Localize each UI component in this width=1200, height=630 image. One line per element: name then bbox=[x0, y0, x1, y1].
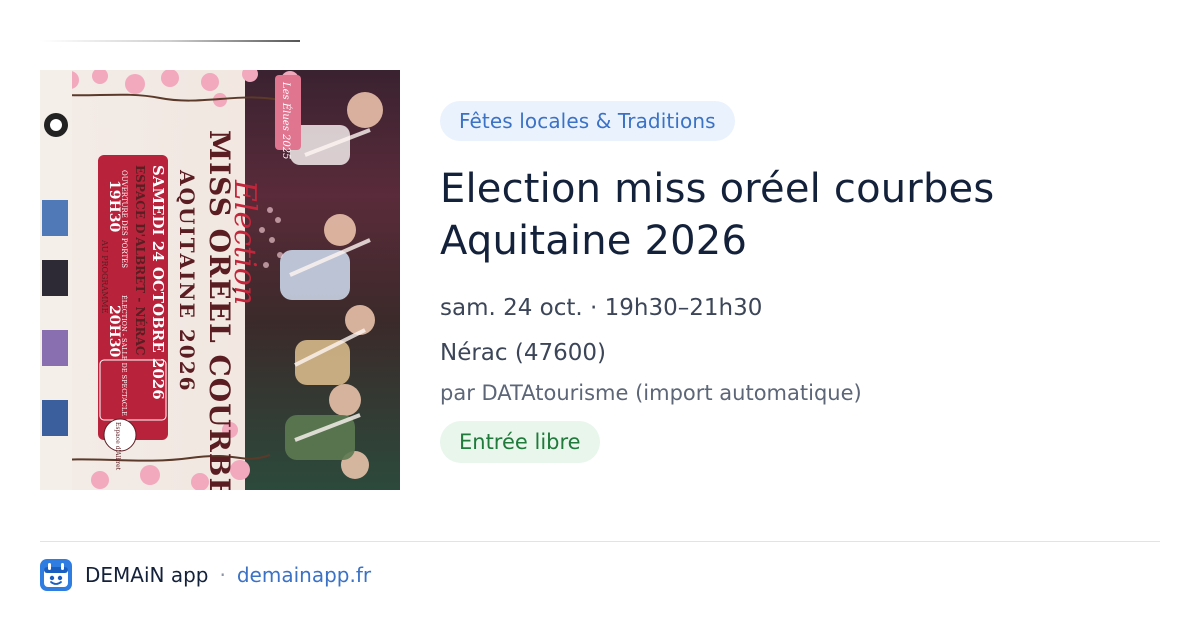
footer: DEMAiN app · demainapp.fr bbox=[40, 558, 371, 592]
event-poster-image[interactable]: MISS ORÉEL COURBES AQUITAINE 2026 Electi… bbox=[40, 70, 400, 490]
poster-doors-time: 19H30 bbox=[106, 180, 122, 232]
poster-corner-badge: Les Élues 2025 bbox=[275, 75, 301, 160]
poster-region: AQUITAINE 2026 bbox=[175, 169, 199, 393]
category-chip[interactable]: Fêtes locales & Traditions bbox=[440, 101, 735, 141]
event-info: Fêtes locales & Traditions Election miss… bbox=[440, 101, 1160, 463]
event-title[interactable]: Election miss oréel courbes Aquitaine 20… bbox=[440, 163, 1140, 267]
poster-programme-label: AU PROGRAMME bbox=[100, 239, 109, 314]
poster-date-line: SAMEDI 24 OCTOBRE 2026 bbox=[149, 165, 167, 400]
svg-text:Les Élues 2025: Les Élues 2025 bbox=[280, 81, 292, 160]
footer-divider bbox=[40, 541, 1160, 542]
poster-venue-line: ESPACE D'ALBRET - NÉRAC bbox=[133, 165, 148, 355]
event-location: Nérac (47600) bbox=[440, 340, 606, 366]
poster-script-title: Election bbox=[227, 179, 262, 305]
price-chip: Entrée libre bbox=[440, 421, 600, 463]
event-source: par DATAtourisme (import automatique) bbox=[440, 381, 862, 405]
event-date-time: sam. 24 oct. · 19h30–21h30 bbox=[440, 295, 763, 321]
svg-text:Espace d'Albret: Espace d'Albret bbox=[114, 422, 121, 471]
event-card[interactable]: MISS ORÉEL COURBES AQUITAINE 2026 Electi… bbox=[40, 40, 1160, 510]
footer-separator: · bbox=[219, 563, 226, 587]
app-logo-icon[interactable] bbox=[40, 559, 72, 591]
app-website-link[interactable]: demainapp.fr bbox=[237, 563, 371, 587]
app-name: DEMAiN app bbox=[85, 563, 209, 587]
poster-shadow-line bbox=[40, 40, 300, 43]
